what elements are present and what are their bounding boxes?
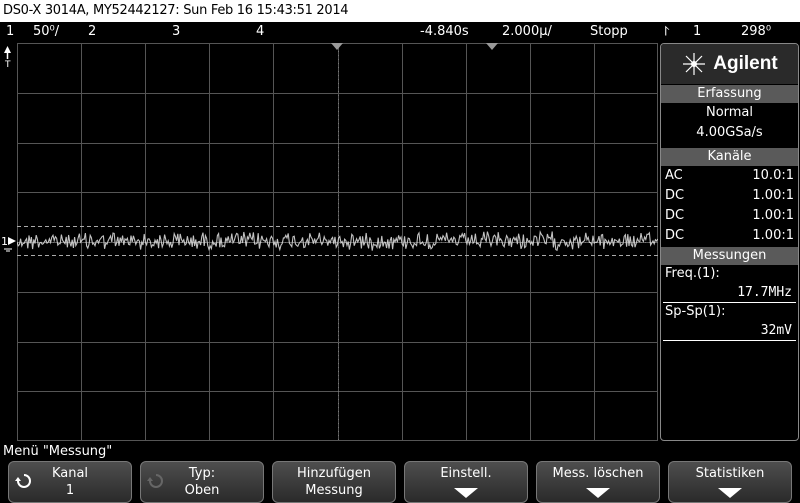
rotary-knob-icon [147,474,163,488]
logo-text: Agilent [713,53,778,74]
softkey-add-value: Messung [305,483,363,498]
channel-3-coupling: DC [665,208,685,223]
channel-2-label[interactable]: 2 [88,22,96,41]
softkey-add-label: Hinzufügen [297,466,371,481]
channel-1-label[interactable]: 1 [6,22,14,41]
trigger-level[interactable]: 298⁰ [741,22,771,41]
softkey-statistics-label: Statistiken [695,466,765,481]
left-markers: T 1 [0,43,17,441]
softkey-statistics[interactable]: Statistiken [668,461,792,503]
channel-row-2: DC 1.00:1 [661,186,798,206]
timebase[interactable]: 2.000µ/ [502,22,552,41]
arrow-down-icon [718,488,742,498]
sample-rate: 4.00GSa/s [696,125,763,140]
trigger-icon: ⨡ [664,24,670,39]
softkey-channel[interactable]: Kanal 1 [8,461,132,503]
svg-text:T: T [4,60,11,70]
agilent-spark-icon [683,53,706,75]
channel-1-trace [17,230,658,252]
measurement-1-label: Freq.(1): [665,266,720,281]
channel-4-probe-ratio: 1.00:1 [752,228,794,243]
measurements-header[interactable]: Messungen [661,247,798,265]
measurement-1-value: 17.7MHz [663,283,796,303]
channel-1-scale[interactable]: 50⁰/ [33,22,59,41]
channel-2-coupling: DC [665,188,685,203]
trigger-source[interactable]: 1 [693,22,701,41]
run-state[interactable]: Stopp [590,22,628,41]
menu-title: Menü "Messung" [3,444,113,459]
svg-text:1: 1 [1,235,8,248]
channel-3-label[interactable]: 3 [172,22,180,41]
channel-4-label[interactable]: 4 [256,22,264,41]
acquisition-header[interactable]: Erfassung [661,85,798,103]
channel-1-probe-ratio: 10.0:1 [752,168,794,183]
channels-header[interactable]: Kanäle [661,148,798,166]
softkey-clear-label: Mess. löschen [552,466,644,481]
channel-3-probe-ratio: 1.00:1 [752,208,794,223]
delay-marker [486,43,498,50]
channel-row-1: AC 10.0:1 [661,166,798,186]
arrow-down-icon [454,488,478,498]
channel-2-probe-ratio: 1.00:1 [752,188,794,203]
agilent-logo: Agilent [661,44,798,84]
rotary-knob-icon [15,474,31,488]
softkey-clear-measurements[interactable]: Mess. löschen [536,461,660,503]
waveform-display[interactable] [17,43,658,441]
acquisition-mode: Normal [705,105,754,120]
softkey-settings[interactable]: Einstell. [404,461,528,503]
trigger-level-arrow-icon: T [4,46,11,70]
window-title: DS0-X 3014A, MY52442127: Sun Feb 16 15:4… [0,0,800,22]
softkey-type[interactable]: Typ: Oben [140,461,264,503]
arrow-down-icon [586,488,610,498]
channel-1-ground-icon: 1 [1,235,16,252]
measurement-2-label: Sp-Sp(1): [665,304,726,319]
channel-row-3: DC 1.00:1 [661,206,798,226]
channel-row-4: DC 1.00:1 [661,226,798,246]
status-bar: 1 50⁰/ 2 3 4 -4.840s 2.000µ/ Stopp ⨡ 1 2… [0,22,800,41]
softkey-settings-label: Einstell. [440,466,492,481]
softkey-bar: Kanal 1 Typ: Oben Hinzufügen Messung Ein… [0,461,800,503]
channel-1-coupling: AC [665,168,683,183]
info-panel: Agilent Erfassung Normal 4.00GSa/s Kanäl… [660,43,799,441]
trigger-position-marker [331,43,343,50]
horizontal-delay[interactable]: -4.840s [420,22,469,41]
softkey-add-measurement[interactable]: Hinzufügen Messung [272,461,396,503]
measurement-2-value: 32mV [663,321,796,341]
channel-4-coupling: DC [665,228,685,243]
